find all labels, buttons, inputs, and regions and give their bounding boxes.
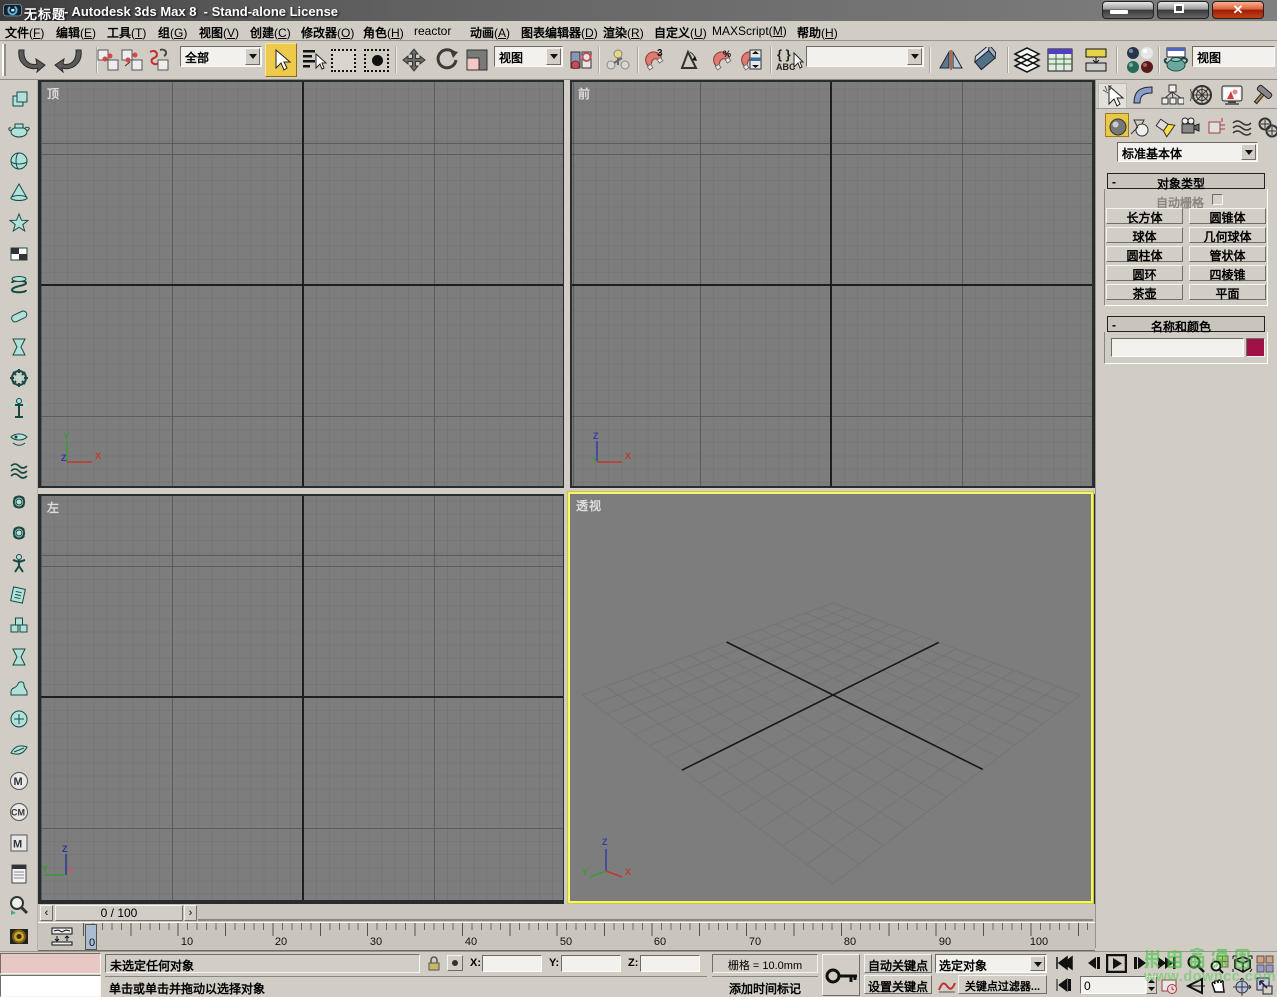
svg-text:M: M — [14, 776, 23, 788]
svg-text:Z: Z — [593, 431, 599, 441]
svg-text:X: X — [625, 451, 631, 461]
svg-text:X: X — [95, 451, 101, 461]
svg-text:CM: CM — [11, 808, 25, 818]
svg-text:3: 3 — [657, 48, 663, 59]
svg-text:M: M — [13, 839, 22, 851]
svg-text:Z: Z — [61, 453, 67, 463]
svg-text:{ }: { } — [777, 47, 791, 62]
svg-text:Y: Y — [42, 864, 48, 874]
svg-text:ABC: ABC — [776, 62, 796, 72]
svg-text:Y: Y — [582, 867, 588, 877]
svg-text:Z: Z — [62, 844, 68, 854]
svg-text:%: % — [723, 49, 731, 59]
svg-text:X: X — [625, 867, 631, 877]
svg-text:Z: Z — [602, 837, 608, 847]
svg-text:X: X — [67, 865, 73, 875]
svg-text:Y: Y — [63, 431, 69, 441]
